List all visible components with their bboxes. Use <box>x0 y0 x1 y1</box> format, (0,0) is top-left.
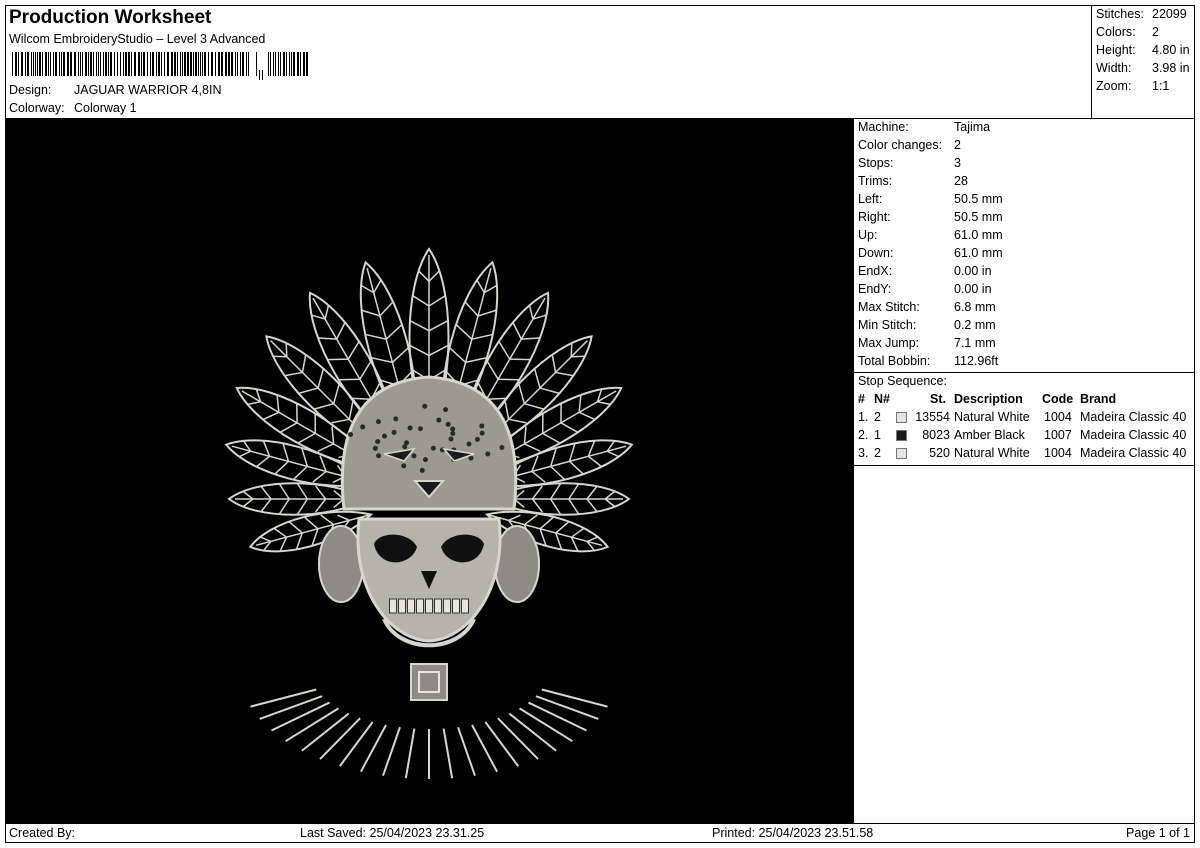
info-color-changes: Color changes: 2 <box>858 138 961 152</box>
jaguar-skull-warrior-icon <box>224 247 634 779</box>
info-left: Left: 50.5 mm <box>858 192 1003 206</box>
stat-stitches: Stitches: 22099 <box>1096 7 1187 21</box>
machine-info-panel: Machine: Tajima Color changes: 2 Stops: 3 T… <box>853 119 1195 823</box>
col-n: N# <box>874 392 890 406</box>
colorway-row: Colorway: Colorway 1 <box>9 101 137 115</box>
col-code: Code <box>1042 392 1074 406</box>
created-by: Created By: <box>9 826 76 840</box>
stop-sequence-divider <box>854 465 1195 466</box>
design-label: Design: <box>9 83 52 97</box>
worksheet-frame: Production Worksheet Wilcom EmbroiderySt… <box>5 5 1195 843</box>
info-max-jump: Max Jump: 7.1 mm <box>858 336 996 350</box>
last-saved: Last Saved: 25/04/2023 23.31.25 <box>300 826 485 840</box>
info-min-stitch: Min Stitch: 0.2 mm <box>858 318 996 332</box>
stats-panel: Stitches: 22099 Colors: 2 Height: 4.80 in W… <box>1092 6 1194 118</box>
info-stops: Stops: 3 <box>858 156 961 170</box>
software-name: Wilcom EmbroideryStudio – Level 3 Advanc… <box>9 32 266 46</box>
colorway-name: Colorway 1 <box>74 101 137 115</box>
color-swatch <box>896 448 907 459</box>
color-swatch <box>896 430 907 441</box>
stat-zoom: Zoom: 1:1 <box>1096 79 1170 93</box>
page-number: Page 1 of 1 <box>1126 826 1190 840</box>
design-row: Design: JAGUAR WARRIOR 4,8IN <box>9 83 221 97</box>
page-title: Production Worksheet <box>9 7 212 28</box>
info-down: Down: 61.0 mm <box>858 246 1003 260</box>
info-endx: EndX: 0.00 in <box>858 264 992 278</box>
barcode-icon <box>12 52 308 80</box>
colorway-label: Colorway: <box>9 101 65 115</box>
col-num: # <box>858 392 865 406</box>
worksheet-header: Production Worksheet Wilcom EmbroiderySt… <box>6 6 1092 118</box>
info-divider <box>854 372 1195 373</box>
info-up: Up: 61.0 mm <box>858 228 1003 242</box>
info-right: Right: 50.5 mm <box>858 210 1003 224</box>
col-brand: Brand <box>1080 392 1117 406</box>
design-name: JAGUAR WARRIOR 4,8IN <box>74 83 222 97</box>
info-max-stitch: Max Stitch: 6.8 mm <box>858 300 996 314</box>
info-endy: EndY: 0.00 in <box>858 282 992 296</box>
stop-sequence-title: Stop Sequence: <box>858 374 947 388</box>
info-machine: Machine: Tajima <box>858 120 991 134</box>
info-trims: Trims: 28 <box>858 174 968 188</box>
stat-width: Width: 3.98 in <box>1096 61 1190 75</box>
stat-height: Height: 4.80 in <box>1096 43 1190 57</box>
printed-date: Printed: 25/04/2023 23.51.58 <box>712 826 874 840</box>
worksheet-footer: Created By: Last Saved: 25/04/2023 23.31… <box>6 823 1194 842</box>
stat-colors: Colors: 2 <box>1096 25 1159 39</box>
color-swatch <box>896 412 907 423</box>
col-st: St. <box>930 392 946 406</box>
info-total-bobbin: Total Bobbin: 112.96ft <box>858 354 999 368</box>
col-description: Description <box>954 392 1023 406</box>
design-preview[interactable] <box>6 119 853 823</box>
